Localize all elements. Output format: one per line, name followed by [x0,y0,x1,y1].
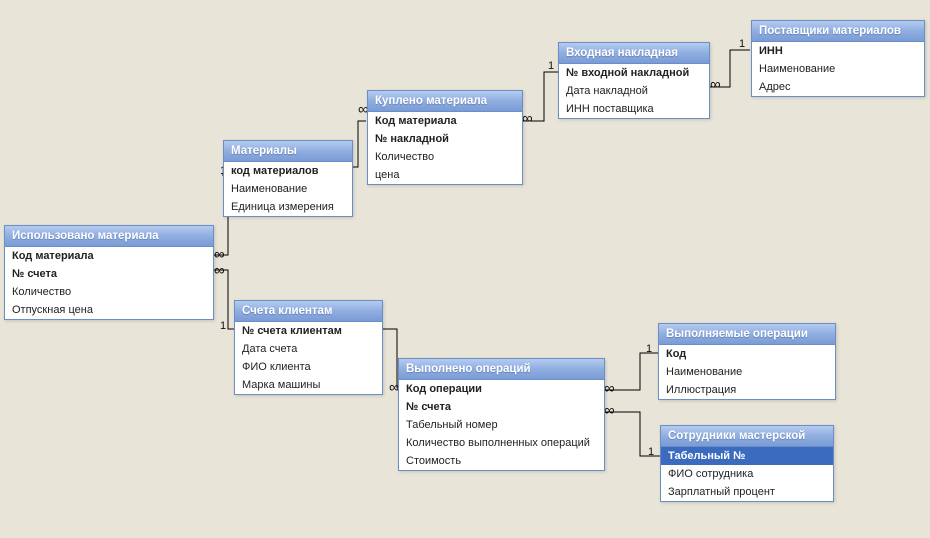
field-row[interactable]: Код [659,345,835,363]
entity-title: Счета клиентам [235,301,382,322]
rel-infinity: ∞ [214,246,223,263]
rel-infinity: ∞ [214,262,223,279]
field-row[interactable]: № счета [5,265,213,283]
rel-infinity: ∞ [604,380,613,397]
entity-bought-material[interactable]: Куплено материала Код материала № наклад… [367,90,523,185]
entity-title: Выполняемые операции [659,324,835,345]
field-row[interactable]: Наименование [224,180,352,198]
field-row[interactable]: Код операции [399,380,604,398]
field-row[interactable]: Код материала [368,112,522,130]
entity-suppliers[interactable]: Поставщики материалов ИНН Наименование А… [751,20,925,97]
rel-one: 1 [548,60,554,72]
entity-incoming-invoice[interactable]: Входная накладная № входной накладной Да… [558,42,710,119]
field-row[interactable]: ФИО клиента [235,358,382,376]
entity-title: Материалы [224,141,352,162]
field-row[interactable]: Единица измерения [224,198,352,216]
entity-operations[interactable]: Выполняемые операции Код Наименование Ил… [658,323,836,400]
field-row[interactable]: Количество [5,283,213,301]
field-row[interactable]: ФИО сотрудника [661,465,833,483]
field-row[interactable]: ИНН [752,42,924,60]
entity-used-material[interactable]: Использовано материала Код материала № с… [4,225,214,320]
field-row[interactable]: Дата счета [235,340,382,358]
entity-materials[interactable]: Материалы код материалов Наименование Ед… [223,140,353,217]
field-row[interactable]: Наименование [659,363,835,381]
field-row[interactable]: Адрес [752,78,924,96]
field-row[interactable]: № входной накладной [559,64,709,82]
field-row[interactable]: цена [368,166,522,184]
field-row[interactable]: Код материала [5,247,213,265]
entity-client-accounts[interactable]: Счета клиентам № счета клиентам Дата сче… [234,300,383,395]
field-row[interactable]: Отпускная цена [5,301,213,319]
rel-infinity: ∞ [358,101,367,118]
field-row[interactable]: № накладной [368,130,522,148]
field-row[interactable]: Дата накладной [559,82,709,100]
field-row[interactable]: ИНН поставщика [559,100,709,118]
entity-title: Сотрудники мастерской [661,426,833,447]
field-row[interactable]: Табельный № [661,447,833,465]
field-row[interactable]: Зарплатный процент [661,483,833,501]
rel-one: 1 [648,446,654,458]
field-row[interactable]: Иллюстрация [659,381,835,399]
rel-infinity: ∞ [604,402,613,419]
entity-title: Поставщики материалов [752,21,924,42]
rel-one: 1 [220,320,226,332]
entity-title: Использовано материала [5,226,213,247]
field-row[interactable]: Табельный номер [399,416,604,434]
field-row[interactable]: Количество выполненных операций [399,434,604,452]
entity-title: Выполнено операций [399,359,604,380]
field-row[interactable]: Наименование [752,60,924,78]
field-row[interactable]: код материалов [224,162,352,180]
entity-title: Входная накладная [559,43,709,64]
entity-operations-done[interactable]: Выполнено операций Код операции № счета … [398,358,605,471]
rel-one: 1 [646,343,652,355]
field-row[interactable]: № счета клиентам [235,322,382,340]
field-row[interactable]: Марка машины [235,376,382,394]
rel-infinity: ∞ [522,110,531,127]
rel-infinity: ∞ [389,379,398,396]
entity-employees[interactable]: Сотрудники мастерской Табельный № ФИО со… [660,425,834,502]
rel-one: 1 [739,38,745,50]
field-row[interactable]: Количество [368,148,522,166]
rel-infinity: ∞ [710,76,719,93]
field-row[interactable]: Стоимость [399,452,604,470]
entity-title: Куплено материала [368,91,522,112]
field-row[interactable]: № счета [399,398,604,416]
